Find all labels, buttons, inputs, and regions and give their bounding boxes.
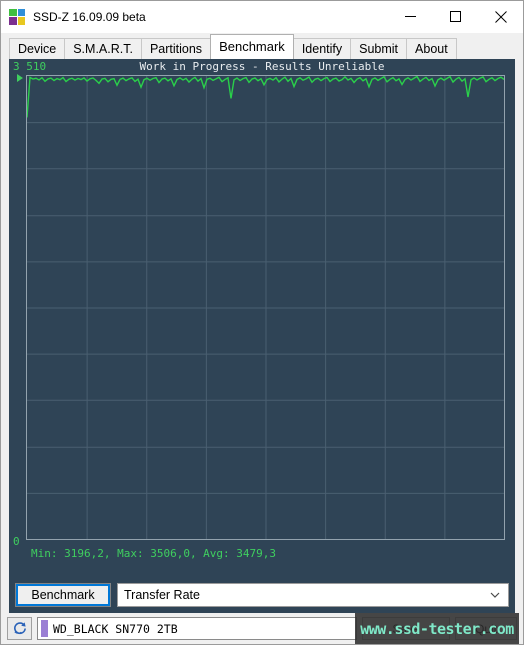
tab-submit[interactable]: Submit: [350, 38, 408, 59]
benchmark-mode-select[interactable]: Transfer Rate: [117, 583, 509, 607]
graph-status-title: Work in Progress - Results Unreliable: [139, 60, 385, 73]
ssdz-logo-icon: [9, 8, 25, 25]
quit-button[interactable]: Quit: [455, 617, 517, 640]
current-position-marker-icon: [17, 74, 23, 82]
benchmark-panel: 3 510 Work in Progress - Results Unrelia…: [9, 59, 515, 613]
tab-strip: Device S.M.A.R.T. Partitions Benchmark I…: [1, 33, 523, 59]
tab-about[interactable]: About: [406, 38, 457, 59]
status-bar: WD_BLACK SN770 2TB Save Quit www.ssd-tes…: [1, 613, 523, 644]
minimize-button[interactable]: [388, 1, 433, 32]
window-controls: [388, 1, 523, 32]
refresh-button[interactable]: [7, 617, 32, 640]
ssd-z-window: SSD-Z 16.09.09 beta Device S.M.A.R.T. Pa…: [0, 0, 524, 645]
title-bar: SSD-Z 16.09.09 beta: [1, 1, 523, 33]
tab-smart[interactable]: S.M.A.R.T.: [64, 38, 142, 59]
window-title: SSD-Z 16.09.09 beta: [33, 9, 146, 24]
benchmark-mode-value: Transfer Rate: [124, 588, 200, 602]
benchmark-controls: Benchmark Transfer Rate: [15, 583, 509, 607]
drive-accent-bar: [41, 620, 48, 637]
tab-device[interactable]: Device: [9, 38, 66, 59]
refresh-icon: [14, 622, 26, 635]
tab-identify[interactable]: Identify: [292, 38, 352, 59]
tab-partitions[interactable]: Partitions: [140, 38, 212, 59]
drive-name-value: WD_BLACK SN770 2TB: [53, 621, 178, 636]
drive-name-field[interactable]: WD_BLACK SN770 2TB: [37, 617, 357, 640]
close-button[interactable]: [478, 1, 523, 32]
benchmark-stats-line: Min: 3196,2, Max: 3506,0, Avg: 3479,3: [31, 547, 277, 560]
transfer-rate-plot: [26, 75, 505, 540]
save-button[interactable]: Save: [362, 617, 450, 640]
chevron-down-icon: [490, 592, 500, 598]
benchmark-graph-zone: 3 510 Work in Progress - Results Unrelia…: [9, 59, 515, 574]
benchmark-run-button[interactable]: Benchmark: [15, 583, 111, 607]
transfer-rate-chart: [27, 76, 504, 539]
y-axis-min-label: 0: [13, 535, 20, 548]
tab-benchmark[interactable]: Benchmark: [210, 34, 294, 59]
maximize-button[interactable]: [433, 1, 478, 32]
